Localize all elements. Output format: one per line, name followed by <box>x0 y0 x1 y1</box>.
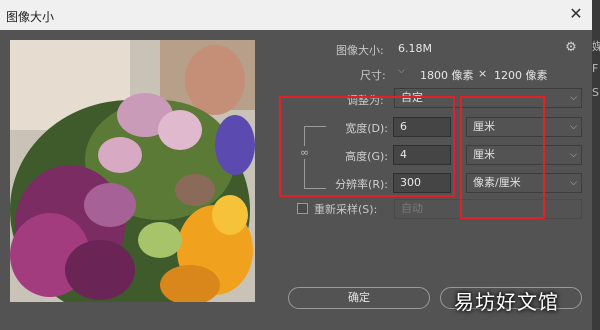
panel-fragment: F <box>592 62 599 75</box>
dimensions-height: 1200 像素 <box>494 69 548 82</box>
close-icon[interactable]: ✕ <box>566 4 586 24</box>
resample-checkbox[interactable] <box>297 203 308 214</box>
panel-fragment: 媒 <box>592 40 600 53</box>
gear-icon[interactable]: ⚙ <box>563 40 579 56</box>
image-size-label: 图像大小: <box>336 44 384 57</box>
dialog-title: 图像大小 <box>6 10 55 24</box>
ok-button[interactable]: 确定 <box>288 287 430 309</box>
dimensions-chevron-icon[interactable]: ⌵ <box>398 66 405 76</box>
highlight-box-units <box>460 96 545 219</box>
image-preview <box>10 40 255 302</box>
chevron-down-icon: ⌵ <box>570 122 577 132</box>
image-size-dialog: 图像大小 ✕ 图像大小: 6.18M ⚙ 尺寸: ⌵ 1800 像素 × 120… <box>0 0 592 330</box>
chevron-down-icon: ⌵ <box>570 178 577 188</box>
highlight-box-values <box>279 96 455 197</box>
title-bar: 图像大小 ✕ <box>0 0 592 30</box>
flower-bouquet-image <box>10 40 255 302</box>
right-panel-strip: 媒 F S <box>592 0 600 330</box>
image-size-value: 6.18M <box>398 42 432 55</box>
dimensions-label: 尺寸: <box>360 69 386 82</box>
chevron-down-icon: ⌵ <box>570 150 577 160</box>
panel-fragment: S <box>592 86 599 99</box>
dimensions-times: × <box>478 67 488 80</box>
resample-value: 自动 <box>401 202 423 215</box>
watermark-text: 易坊好文馆 <box>454 290 559 314</box>
resample-label: 重新采样(S): <box>314 203 378 216</box>
chevron-down-icon: ⌵ <box>570 93 577 103</box>
dimensions-width: 1800 像素 <box>420 69 474 82</box>
